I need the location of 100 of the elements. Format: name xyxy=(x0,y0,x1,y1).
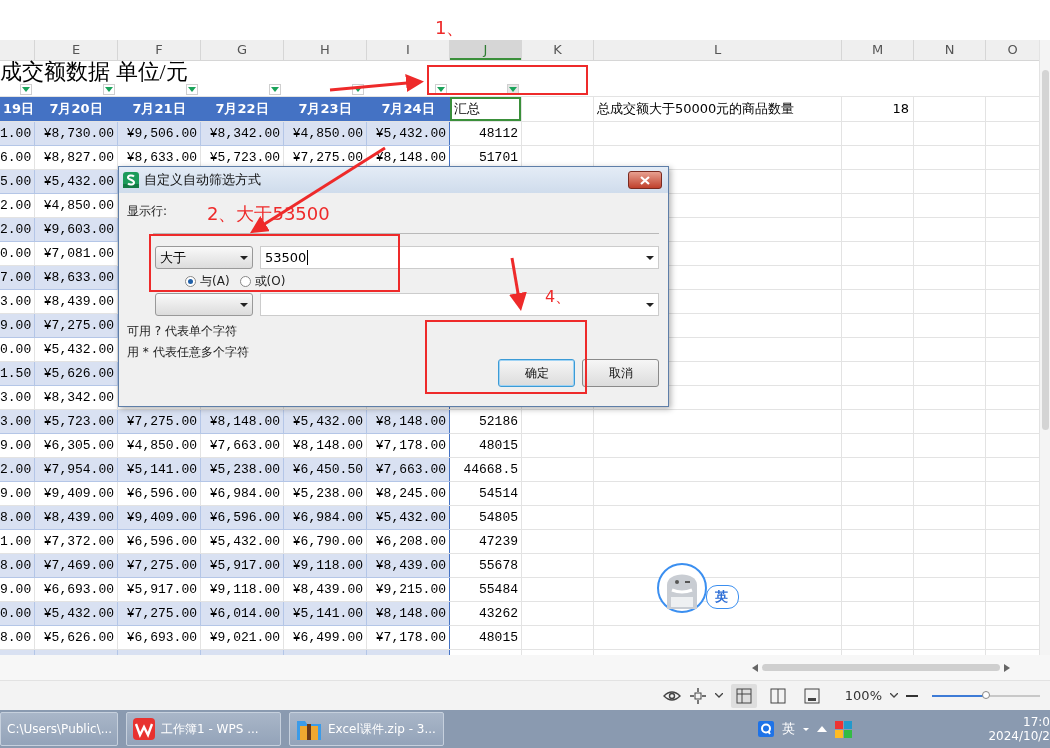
zoom-out-icon[interactable] xyxy=(906,694,918,697)
triangle-icon xyxy=(22,87,30,92)
caret-icon[interactable] xyxy=(890,693,898,698)
clock-time: 17:0 xyxy=(1023,715,1050,729)
table-cell: ¥7,372.00 xyxy=(35,530,118,553)
annotation-arrow xyxy=(509,257,527,311)
vertical-scrollbar[interactable] xyxy=(1039,40,1050,655)
close-button[interactable] xyxy=(628,171,662,189)
table-cell: ¥8,245.00 xyxy=(367,482,450,505)
header-cell: 总成交额大于50000元的商品数量 xyxy=(594,97,842,121)
operator-dropdown[interactable]: 大于 xyxy=(155,246,253,269)
table-cell: ¥6,790.00 xyxy=(284,530,367,553)
column-header[interactable]: G xyxy=(201,40,284,60)
radio-option[interactable]: 与(A) xyxy=(185,272,230,290)
close-icon xyxy=(640,175,650,185)
table-cell: 7.00 xyxy=(0,266,35,289)
table-cell: ¥8,148.00 xyxy=(201,410,284,433)
filter-dropdown-button[interactable] xyxy=(186,84,198,95)
clock-date: 2024/10/2 xyxy=(988,729,1050,743)
table-cell: ¥7,178.00 xyxy=(367,434,450,457)
wps-logo-icon xyxy=(133,718,155,740)
table-cell: ¥5,723.00 xyxy=(35,410,118,433)
column-header[interactable]: J xyxy=(450,40,522,60)
table-cell: 8.00 xyxy=(0,554,35,577)
table-cell: ¥6,693.00 xyxy=(35,578,118,601)
table-cell: ¥5,626.00 xyxy=(35,626,118,649)
column-header[interactable]: F xyxy=(118,40,201,60)
triangle-icon xyxy=(188,87,196,92)
crosshair-icon[interactable] xyxy=(688,686,707,705)
sheet-title: 成交额数据 单位/元 xyxy=(0,61,188,83)
operator-dropdown[interactable] xyxy=(155,293,253,316)
table-cell: 3.00 xyxy=(0,386,35,409)
filter-dropdown-button[interactable] xyxy=(269,84,281,95)
table-cell: ¥6,596.00 xyxy=(201,506,284,529)
table-cell: ¥5,917.00 xyxy=(201,554,284,577)
scroll-left-icon[interactable] xyxy=(752,663,758,672)
table-cell: 1.50 xyxy=(0,362,35,385)
column-header[interactable]: L xyxy=(594,40,842,60)
header-cell: 7月22日 xyxy=(201,97,284,121)
show-hidden-icons[interactable] xyxy=(817,726,827,732)
cancel-button[interactable]: 取消 xyxy=(582,359,659,387)
table-cell: ¥6,499.00 xyxy=(284,626,367,649)
header-cell: 汇总 xyxy=(450,97,522,121)
column-header[interactable]: N xyxy=(914,40,986,60)
table-cell: 1.00 xyxy=(0,530,35,553)
table-cell: ¥6,208.00 xyxy=(367,530,450,553)
triangle-icon xyxy=(354,87,362,92)
table-cell: ¥5,432.00 xyxy=(284,410,367,433)
column-header[interactable]: M xyxy=(842,40,914,60)
caret-icon xyxy=(646,255,654,260)
filter-dropdown-button[interactable] xyxy=(507,84,519,95)
filter-dropdown-button[interactable] xyxy=(435,84,447,95)
table-cell: ¥8,439.00 xyxy=(284,578,367,601)
table-cell: ¥8,148.00 xyxy=(367,410,450,433)
table-cell: ¥5,917.00 xyxy=(118,578,201,601)
table-cell: ¥7,275.00 xyxy=(35,314,118,337)
app-tray-icon[interactable] xyxy=(835,720,852,738)
zoom-slider[interactable] xyxy=(932,694,1040,697)
table-cell: 2.00 xyxy=(0,218,35,241)
caret-icon[interactable] xyxy=(714,693,723,698)
table-cell: ¥9,603.00 xyxy=(35,218,118,241)
value-field[interactable]: 53500 xyxy=(260,246,659,269)
table-cell: 55484 xyxy=(450,578,522,601)
page-view-icon xyxy=(803,687,820,704)
table-cell: 52186 xyxy=(450,410,522,433)
zoom-level[interactable]: 100% xyxy=(844,688,882,703)
ok-button[interactable]: 确定 xyxy=(498,359,575,387)
table-cell: ¥9,021.00 xyxy=(201,626,284,649)
triangle-icon xyxy=(105,87,113,92)
filter-dropdown-button[interactable] xyxy=(352,84,364,95)
table-cell: ¥6,305.00 xyxy=(35,434,118,457)
table-cell: ¥9,118.00 xyxy=(284,554,367,577)
table-cell: 8.00 xyxy=(0,506,35,529)
radio-option[interactable]: 或(O) xyxy=(239,272,286,290)
table-cell: ¥9,409.00 xyxy=(35,482,118,505)
table-cell: ¥7,469.00 xyxy=(35,554,118,577)
table-cell: 1.00 xyxy=(0,122,35,145)
search-icon[interactable] xyxy=(758,721,774,737)
hint-text: 用 * 代表任意多个字符 xyxy=(127,344,250,361)
column-header[interactable]: H xyxy=(284,40,367,60)
dialog-title: 自定义自动筛选方式 xyxy=(144,171,261,189)
header-cell: 7月21日 xyxy=(118,97,201,121)
annotation-label: 1、 xyxy=(435,16,465,40)
input-mode-badge[interactable]: 英 xyxy=(706,585,739,609)
filter-dropdown-button[interactable] xyxy=(20,84,32,95)
table-cell: ¥8,439.00 xyxy=(367,554,450,577)
scroll-right-icon[interactable] xyxy=(1004,663,1010,672)
filter-dropdown-button[interactable] xyxy=(103,84,115,95)
table-cell: ¥5,432.00 xyxy=(35,170,118,193)
table-cell: ¥9,215.00 xyxy=(367,578,450,601)
column-header[interactable]: E xyxy=(35,40,118,60)
table-cell: 6.00 xyxy=(0,146,35,169)
table-cell: 44668.5 xyxy=(450,458,522,481)
triangle-icon xyxy=(437,87,445,92)
horizontal-scrollbar[interactable] xyxy=(0,655,1050,680)
triangle-icon xyxy=(271,87,279,92)
table-cell: ¥9,409.00 xyxy=(118,506,201,529)
annotation-label: 4、 xyxy=(545,287,572,308)
column-header[interactable]: K xyxy=(522,40,594,60)
view-mode-button[interactable] xyxy=(730,683,757,708)
